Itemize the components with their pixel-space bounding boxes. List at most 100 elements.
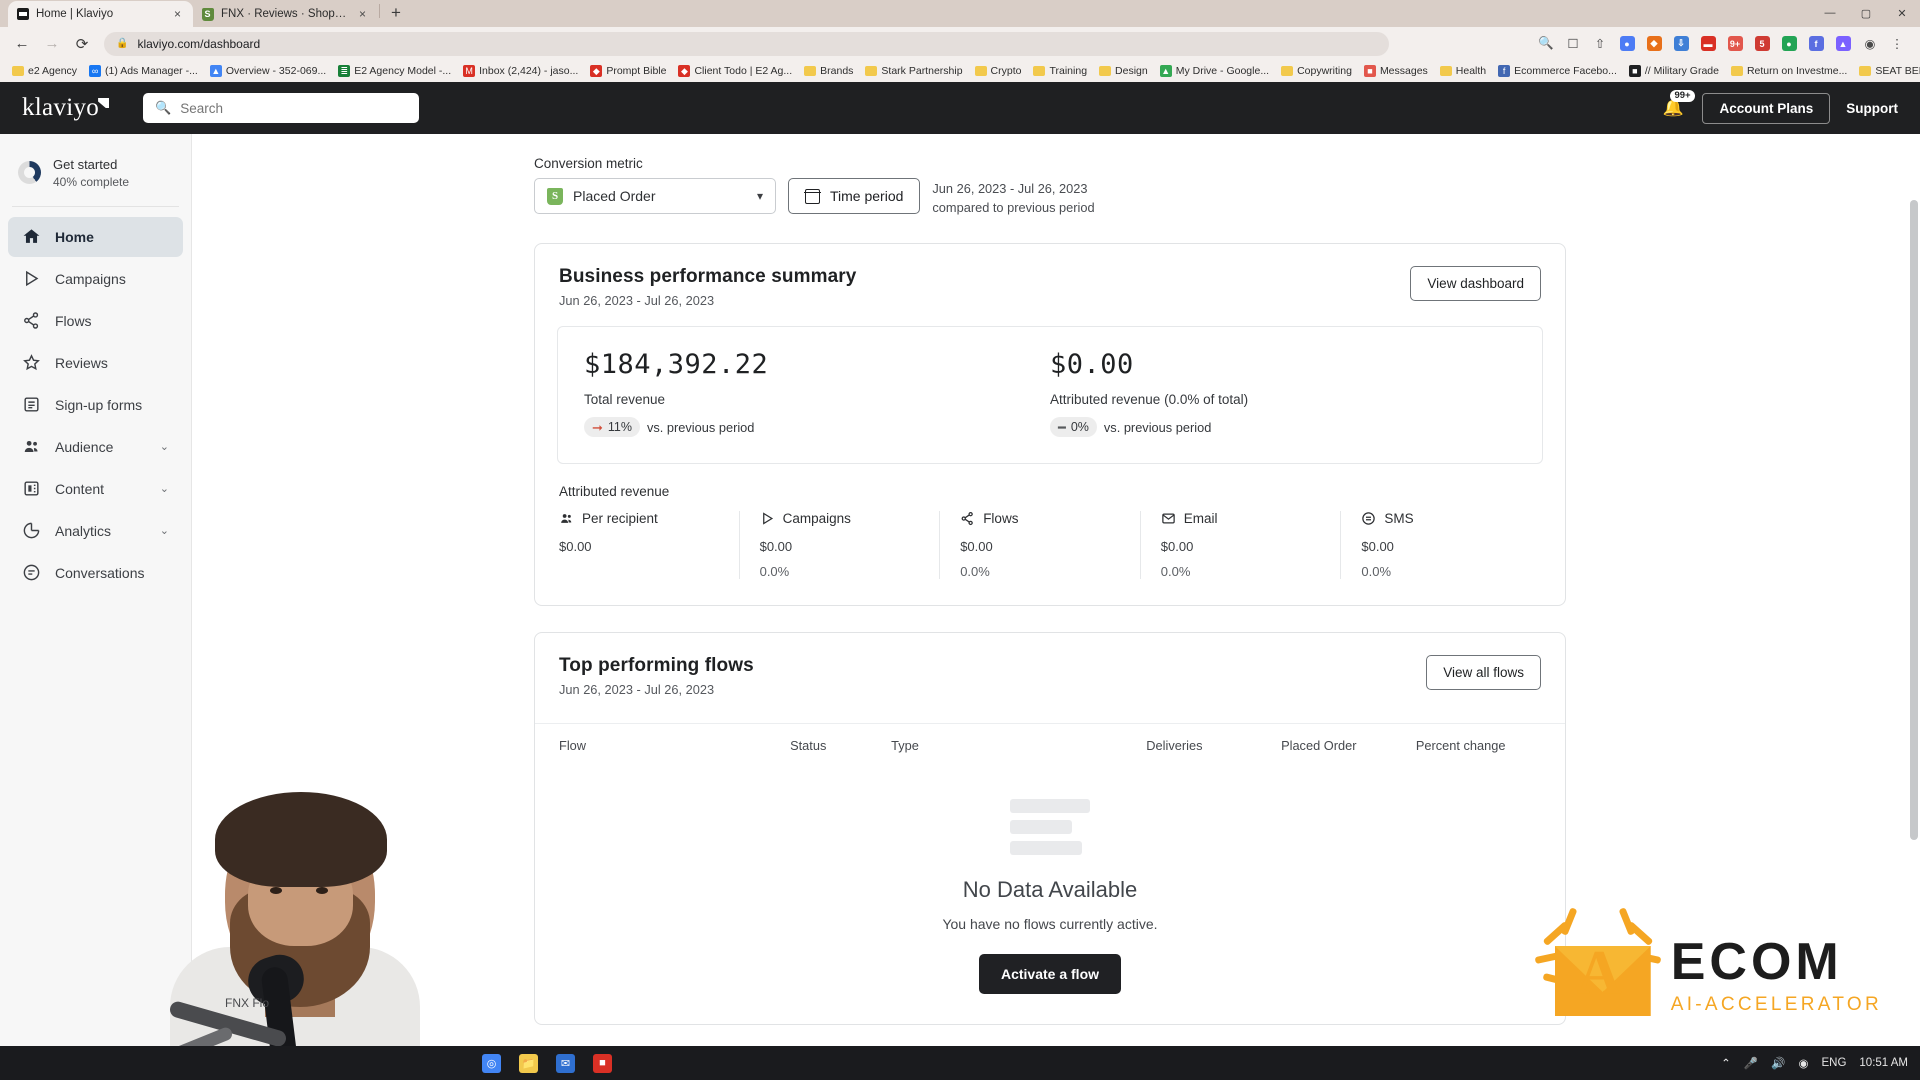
get-started-progress: 40% complete: [53, 174, 130, 189]
column-header: Placed Order: [1281, 738, 1357, 754]
maximize-button[interactable]: ▢: [1848, 0, 1884, 26]
close-icon[interactable]: ×: [170, 7, 185, 22]
bookmark-item[interactable]: ◆ Client Todo | E2 Ag...: [672, 61, 798, 81]
extension-icon-8[interactable]: f: [1803, 31, 1829, 57]
sidebar-item-audience[interactable]: Audience ⌄: [8, 427, 183, 467]
save-icon[interactable]: ☐: [1560, 31, 1586, 57]
bookmark-item[interactable]: SEAT BELT BUCKLE...: [1853, 61, 1920, 81]
attr-label: Per recipient: [582, 511, 658, 527]
extension-icon-9[interactable]: ▲: [1830, 31, 1856, 57]
bookmark-item[interactable]: Crypto: [969, 61, 1028, 81]
language-indicator[interactable]: ENG: [1821, 1057, 1846, 1069]
minimize-button[interactable]: —: [1812, 0, 1848, 26]
extension-icon-6[interactable]: 5: [1749, 31, 1775, 57]
gmail-icon: M: [463, 65, 476, 77]
search-input[interactable]: 🔍: [143, 93, 420, 123]
bookmark-item[interactable]: M Inbox (2,424) - jaso...: [457, 61, 584, 81]
bookmark-item[interactable]: ≣ E2 Agency Model -...: [332, 61, 457, 81]
card-header: Top performing flows Jun 26, 2023 - Jul …: [535, 633, 1565, 697]
clock[interactable]: 10:51 AM: [1859, 1057, 1908, 1069]
forward-icon[interactable]: →: [38, 30, 66, 58]
bookmark-item[interactable]: ◆ Prompt Bible: [584, 61, 672, 81]
chevron-down-icon[interactable]: ⌄: [160, 482, 169, 495]
attr-label: Email: [1183, 511, 1218, 527]
bookmark-item[interactable]: Brands: [798, 61, 859, 81]
wifi-icon[interactable]: ◉: [1798, 1056, 1808, 1070]
bookmark-label: Copywriting: [1297, 65, 1352, 77]
bookmark-item[interactable]: ▲ Overview - 352-069...: [204, 61, 332, 81]
time-period-button[interactable]: Time period: [788, 178, 921, 214]
bookmark-item[interactable]: ■// Military Grade: [1623, 61, 1725, 81]
browser-tab-2[interactable]: FNX · Reviews · Shopify Plus ×: [193, 1, 378, 27]
sidebar-item-campaigns[interactable]: Campaigns: [8, 259, 183, 299]
bookmark-label: Inbox (2,424) - jaso...: [479, 65, 579, 77]
attr-value: $0.00: [1160, 539, 1194, 555]
extension-icon-5[interactable]: 9+: [1722, 31, 1748, 57]
bookmark-item[interactable]: Stark Partnership: [859, 61, 968, 81]
bookmark-item[interactable]: Health: [1434, 61, 1492, 81]
close-window-button[interactable]: ✕: [1884, 0, 1920, 26]
extension-icon-7[interactable]: ●: [1776, 31, 1802, 57]
sidebar-item-reviews[interactable]: Reviews: [8, 343, 183, 383]
bookmark-item[interactable]: Design: [1093, 61, 1154, 81]
bookmark-item[interactable]: e2 Agency: [6, 61, 83, 81]
extension-icon-4[interactable]: ▬: [1695, 31, 1721, 57]
sidebar-item-sign-up-forms[interactable]: Sign-up forms: [8, 385, 183, 425]
bookmarks-bar: e2 Agency ∞ (1) Ads Manager -... ▲ Overview …: [0, 60, 1920, 82]
address-bar[interactable]: 🔒 klaviyo.com/dashboard: [104, 31, 1389, 56]
volume-icon[interactable]: 🔊: [1771, 1056, 1785, 1070]
support-link[interactable]: Support: [1846, 101, 1898, 116]
bookmark-label: Design: [1115, 65, 1148, 77]
account-plans-button[interactable]: Account Plans: [1702, 92, 1831, 124]
back-icon[interactable]: ←: [8, 30, 36, 58]
conversion-metric-select[interactable]: S Placed Order ▾: [534, 178, 776, 214]
sms-icon: [1361, 511, 1376, 526]
vertical-scrollbar[interactable]: [1910, 200, 1918, 840]
browser-tab-1[interactable]: Home | Klaviyo ×: [8, 1, 193, 27]
activate-flow-button[interactable]: Activate a flow: [978, 954, 1122, 995]
share-icon[interactable]: ⇧: [1587, 31, 1613, 57]
chrome-icon[interactable]: ◎: [482, 1053, 501, 1073]
chevron-down-icon[interactable]: ⌄: [160, 440, 169, 453]
extension-icon-3[interactable]: ⇩: [1668, 31, 1694, 57]
bookmark-item[interactable]: ▲ My Drive - Google...: [1154, 61, 1275, 81]
notifications-button[interactable]: 🔔 99+: [1660, 90, 1695, 121]
sidebar-item-analytics[interactable]: Analytics ⌄: [8, 511, 183, 551]
bookmark-item[interactable]: ■ Messages: [1358, 61, 1434, 81]
menu-icon[interactable]: ⋮: [1884, 31, 1910, 57]
sidebar-item-flows[interactable]: Flows: [8, 301, 183, 341]
profile-icon[interactable]: ◉: [1857, 31, 1883, 57]
attr-label: SMS: [1384, 511, 1414, 527]
mail-icon[interactable]: ✉: [556, 1053, 575, 1073]
search-field[interactable]: [180, 100, 408, 116]
empty-title: No Data Available: [962, 877, 1138, 903]
sidebar-item-label: Conversations: [55, 564, 145, 581]
bookmark-item[interactable]: f Ecommerce Facebo...: [1492, 61, 1623, 81]
close-icon[interactable]: ×: [355, 7, 370, 22]
bookmark-item[interactable]: Training: [1027, 61, 1093, 81]
bookmark-item[interactable]: Return on Investme...: [1725, 61, 1853, 81]
chevron-up-icon[interactable]: ⌃: [1721, 1056, 1731, 1070]
bookmark-label: e2 Agency: [28, 65, 78, 77]
bookmark-item[interactable]: Copywriting: [1275, 61, 1358, 81]
folder-icon[interactable]: 📁: [519, 1053, 538, 1073]
empty-subtitle: You have no flows currently active.: [942, 916, 1158, 933]
search-icon[interactable]: 🔍: [1533, 31, 1559, 57]
column-header: Deliveries: [1146, 738, 1203, 754]
bookmark-item[interactable]: ∞ (1) Ads Manager -...: [83, 61, 204, 81]
sidebar-item-content[interactable]: Content ⌄: [8, 469, 183, 509]
sidebar-item-conversations[interactable]: Conversations: [8, 553, 183, 593]
sidebar-item-home[interactable]: Home: [8, 216, 183, 257]
extension-icon-1[interactable]: ●: [1614, 31, 1640, 57]
app-icon[interactable]: ■: [593, 1053, 612, 1073]
view-dashboard-button[interactable]: View dashboard: [1410, 266, 1541, 302]
view-all-flows-button[interactable]: View all flows: [1426, 655, 1541, 691]
sidebar-item-label: Flows: [55, 312, 92, 329]
extension-icon-2[interactable]: ◆: [1641, 31, 1667, 57]
new-tab-button[interactable]: +: [383, 0, 409, 26]
reload-icon[interactable]: ⟳: [68, 30, 96, 58]
mic-icon[interactable]: 🎤: [1744, 1056, 1758, 1070]
get-started-widget[interactable]: Get started 40% complete: [0, 146, 191, 204]
time-period-label: Time period: [830, 188, 904, 204]
chevron-down-icon[interactable]: ⌄: [160, 524, 169, 537]
